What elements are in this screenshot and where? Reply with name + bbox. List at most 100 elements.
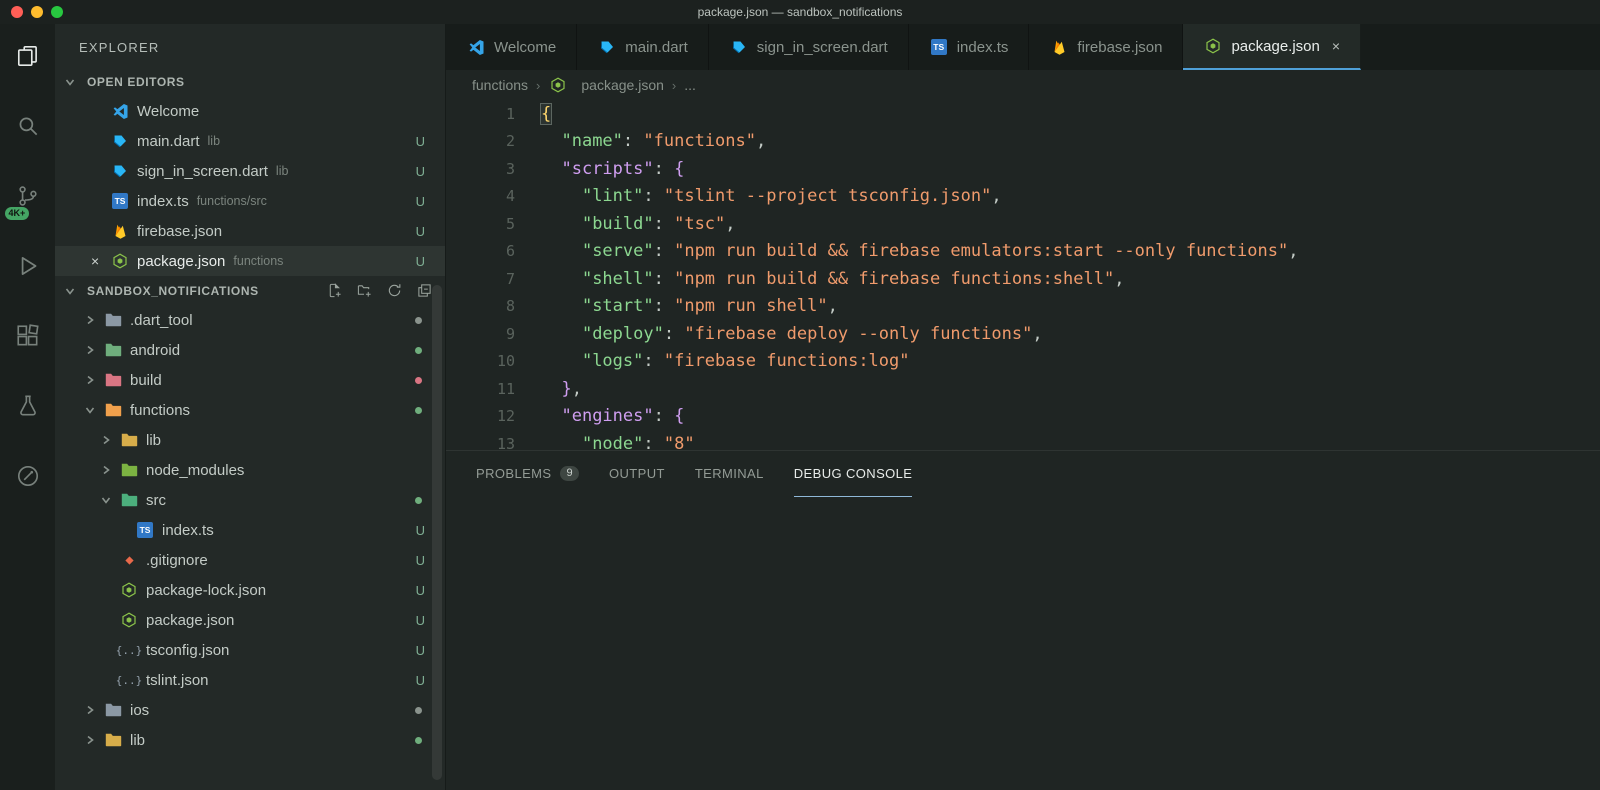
- chevron-down-icon: [101, 495, 119, 505]
- dart-icon: [110, 133, 130, 149]
- tree-file-item[interactable]: {..}tsconfig.jsonU: [55, 635, 445, 665]
- panel-tab-label: PROBLEMS: [476, 466, 551, 481]
- sidebar-scrollbar[interactable]: [432, 285, 442, 780]
- modified-dot: [415, 497, 422, 504]
- activity-run-debug-button[interactable]: [5, 246, 51, 290]
- untracked-badge: U: [416, 673, 425, 688]
- open-editor-item[interactable]: ×package.jsonfunctionsU: [55, 246, 445, 276]
- line-number: 1: [446, 105, 541, 123]
- workspace-header[interactable]: SANDBOX_NOTIFICATIONS: [55, 276, 445, 305]
- breadcrumb-item[interactable]: package.json: [548, 77, 664, 93]
- activity-source-control-button[interactable]: 4K+: [5, 176, 51, 220]
- code-line: 2 "name": "functions",: [446, 128, 1600, 156]
- dart-icon: [597, 39, 617, 55]
- tree-file-item[interactable]: TSindex.tsU: [55, 515, 445, 545]
- close-window-button[interactable]: [11, 6, 23, 18]
- panel-tab-debug-console[interactable]: DEBUG CONSOLE: [794, 451, 913, 497]
- untracked-badge: U: [416, 553, 425, 568]
- breadcrumb-item[interactable]: functions: [472, 77, 528, 93]
- git-icon: [119, 553, 139, 568]
- refresh-icon[interactable]: [386, 282, 403, 299]
- tab-main-dart[interactable]: main.dart: [577, 24, 709, 70]
- code-line: 8 "start": "npm run shell",: [446, 293, 1600, 321]
- workspace-actions: [326, 282, 433, 299]
- panel-tab-bar: PROBLEMS9 OUTPUT TERMINAL DEBUG CONSOLE: [446, 451, 1600, 497]
- activity-explorer-button[interactable]: [5, 36, 51, 80]
- tree-folder-item[interactable]: ios: [55, 695, 445, 725]
- panel-tab-label: DEBUG CONSOLE: [794, 466, 913, 481]
- code-content: "logs": "firebase functions:log": [541, 351, 910, 371]
- code-content: "engines": {: [541, 406, 684, 426]
- panel-tab-problems[interactable]: PROBLEMS9: [476, 451, 579, 497]
- untracked-badge: U: [416, 194, 425, 209]
- open-editor-detail: functions: [233, 254, 283, 268]
- collapse-all-icon[interactable]: [416, 282, 433, 299]
- dart-icon: [729, 39, 749, 55]
- tree-folder-item[interactable]: functions: [55, 395, 445, 425]
- open-editor-item[interactable]: sign_in_screen.dartlibU: [55, 156, 445, 186]
- tree-folder-item[interactable]: src: [55, 485, 445, 515]
- tab-sign_in_screen-dart[interactable]: sign_in_screen.dart: [709, 24, 909, 70]
- code-content: "deploy": "firebase deploy --only functi…: [541, 324, 1043, 344]
- line-number: 6: [446, 242, 541, 260]
- tree-folder-item[interactable]: .dart_tool: [55, 305, 445, 335]
- file-tree: .dart_toolandroidbuildfunctionslibnode_m…: [55, 305, 445, 755]
- tree-file-item[interactable]: {..}tslint.jsonU: [55, 665, 445, 695]
- open-editor-item[interactable]: firebase.json U: [55, 216, 445, 246]
- npm-icon: [548, 77, 568, 93]
- open-editor-label: firebase.json: [137, 223, 222, 240]
- minimize-window-button[interactable]: [31, 6, 43, 18]
- breadcrumb-item[interactable]: ...: [684, 77, 696, 93]
- breadcrumb-label: ...: [684, 77, 696, 93]
- modified-dot: [415, 407, 422, 414]
- vscode-window: { "theme": { "accent_blue": "#4fa0d8", "…: [0, 0, 1600, 790]
- tree-file-item[interactable]: .gitignoreU: [55, 545, 445, 575]
- editor-code-area[interactable]: 1{2 "name": "functions",3 "scripts": {4 …: [446, 100, 1600, 450]
- tree-folder-item[interactable]: lib: [55, 725, 445, 755]
- tab-Welcome[interactable]: Welcome: [446, 24, 577, 70]
- open-editor-item[interactable]: TSindex.tsfunctions/srcU: [55, 186, 445, 216]
- panel-tab-label: OUTPUT: [609, 466, 665, 481]
- tree-folder-item[interactable]: lib: [55, 425, 445, 455]
- tab-label: firebase.json: [1077, 39, 1162, 56]
- tab-index-ts[interactable]: TSindex.ts: [909, 24, 1030, 70]
- activity-search-button[interactable]: [5, 106, 51, 150]
- close-tab-icon[interactable]: ×: [1332, 38, 1340, 54]
- line-number: 12: [446, 407, 541, 425]
- zoom-window-button[interactable]: [51, 6, 63, 18]
- editor-tab-bar: Welcomemain.dartsign_in_screen.dartTSind…: [446, 24, 1600, 70]
- vscode-icon: [466, 39, 486, 56]
- extension-circle-icon: [15, 463, 41, 494]
- new-file-icon[interactable]: [326, 282, 343, 299]
- window-controls: [11, 6, 63, 18]
- tab-package-json[interactable]: package.json×: [1183, 24, 1361, 70]
- open-editor-label: Welcome: [137, 103, 199, 120]
- tab-label: index.ts: [957, 39, 1009, 56]
- close-editor-icon[interactable]: ×: [91, 254, 110, 268]
- panel-tab-terminal[interactable]: TERMINAL: [695, 451, 764, 497]
- activity-extension-circle-button[interactable]: [5, 456, 51, 500]
- tree-folder-item[interactable]: node_modules: [55, 455, 445, 485]
- modified-dot: [415, 707, 422, 714]
- testing-icon: [15, 393, 41, 424]
- activity-testing-button[interactable]: [5, 386, 51, 430]
- chevron-down-icon: [65, 286, 83, 296]
- open-editors-header[interactable]: OPEN EDITORS: [55, 67, 445, 96]
- tab-firebase-json[interactable]: firebase.json: [1029, 24, 1183, 70]
- open-editor-item[interactable]: Welcome: [55, 96, 445, 126]
- line-number: 8: [446, 297, 541, 315]
- tree-file-item[interactable]: package.jsonU: [55, 605, 445, 635]
- untracked-badge: U: [416, 224, 425, 239]
- run-debug-icon: [15, 253, 41, 284]
- panel-tab-output[interactable]: OUTPUT: [609, 451, 665, 497]
- folder-icon: [103, 373, 123, 387]
- folder-icon: [119, 463, 139, 477]
- new-folder-icon[interactable]: [356, 282, 373, 299]
- tree-folder-item[interactable]: android: [55, 335, 445, 365]
- tree-folder-item[interactable]: build: [55, 365, 445, 395]
- open-editor-item[interactable]: main.dartlibU: [55, 126, 445, 156]
- line-number: 10: [446, 352, 541, 370]
- tree-item-label: package-lock.json: [146, 582, 266, 599]
- activity-extensions-button[interactable]: [5, 316, 51, 360]
- tree-file-item[interactable]: package-lock.jsonU: [55, 575, 445, 605]
